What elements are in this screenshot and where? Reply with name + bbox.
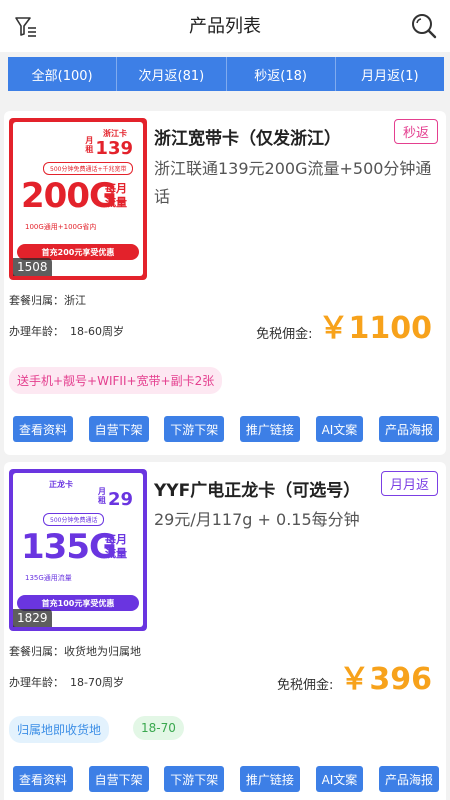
commission: 免税佣金: ￥396 (277, 654, 432, 698)
age-chip: 18-70 (133, 716, 184, 740)
ai-copy-button[interactable]: AI文案 (315, 766, 364, 792)
card-flow-label: 每月流量 (105, 182, 127, 209)
card-data-amount: 200G (21, 176, 117, 216)
view-details-button[interactable]: 查看资料 (13, 416, 74, 442)
view-details-button[interactable]: 查看资料 (13, 766, 74, 792)
commission-label: 免税佣金: (276, 678, 334, 693)
region-row: 套餐归属：浙江 (9, 292, 86, 308)
card-price: 月租 139 (85, 136, 133, 159)
card-note: 135G通用流量 (25, 574, 72, 582)
age-row: 办理年龄： 18-60周岁 (9, 323, 124, 339)
image-count: 1508 (13, 258, 52, 276)
image-count: 1829 (13, 609, 52, 627)
self-delist-button[interactable]: 自营下架 (88, 766, 149, 792)
age-row: 办理年龄： 18-70周岁 (9, 674, 124, 690)
card-price: 月租 29 (98, 487, 133, 510)
ai-copy-button[interactable]: AI文案 (315, 416, 364, 442)
commission-value: ￥396 (339, 662, 432, 697)
region-label: 套餐归属： (9, 294, 64, 307)
age-label: 办理年龄： (9, 325, 64, 338)
product-image[interactable]: 正龙卡 月租 29 500分钟免费通话 135G 每月流量 135G通用流量 首充… (9, 469, 147, 631)
product-name: YYF广电正龙卡（可选号） (154, 481, 361, 501)
promo-link-button[interactable]: 推广链接 (239, 766, 300, 792)
product-description: 29元/月117g + 0.15每分钟 (154, 510, 360, 529)
commission-label: 免税佣金: (256, 327, 313, 342)
age-value: 18-60周岁 (70, 325, 124, 338)
price-value: 139 (95, 138, 133, 159)
product-image[interactable]: 浙江卡 月租 139 500分钟免费通话+千兆宽带 200G 每月流量 100G通… (9, 118, 147, 280)
card-note: 100G通用+100G省内 (25, 223, 97, 231)
promo-link-button[interactable]: 推广链接 (239, 416, 300, 442)
search-icon[interactable] (410, 12, 438, 40)
self-delist-button[interactable]: 自营下架 (88, 416, 149, 442)
feature-chip: 送手机+靓号+WIFII+宽带+副卡2张 (9, 367, 223, 394)
downstream-delist-button[interactable]: 下游下架 (164, 766, 225, 792)
page-title: 产品列表 (189, 16, 261, 37)
age-label: 办理年龄： (9, 676, 64, 689)
tab-monthly[interactable]: 月月返(1) (336, 57, 444, 91)
product-description: 浙江联通139元200G流量+500分钟通话 (154, 159, 432, 206)
filter-tabs: 全部(100) 次月返(81) 秒返(18) 月月返(1) (8, 57, 444, 91)
top-bar: 产品列表 (0, 0, 450, 52)
card-flow-label: 每月流量 (105, 533, 127, 560)
price-value: 29 (107, 489, 133, 510)
card-name-label: 正龙卡 (49, 480, 73, 489)
region-row: 套餐归属：收货地为归属地 (9, 643, 141, 659)
action-buttons: 查看资料 自营下架 下游下架 推广链接 AI文案 产品海报 (13, 416, 439, 442)
feature-chip: 归属地即收货地 (9, 716, 110, 743)
product-poster-button[interactable]: 产品海报 (378, 766, 439, 792)
product-name: 浙江宽带卡（仅发浙江） (154, 129, 341, 149)
price-unit: 月租 (97, 487, 106, 505)
product-card[interactable]: 浙江卡 月租 139 500分钟免费通话+千兆宽带 200G 每月流量 100G通… (4, 111, 446, 455)
tab-next-month[interactable]: 次月返(81) (117, 57, 227, 91)
tab-instant[interactable]: 秒返(18) (227, 57, 336, 91)
commission: 免税佣金: ￥1100 (256, 303, 432, 347)
card-data-amount: 135G (21, 527, 117, 567)
region-value: 浙江 (64, 294, 86, 307)
card-pill: 500分钟免费通话 (43, 513, 105, 526)
rebate-tag: 秒返 (393, 119, 438, 144)
commission-value: ￥1100 (318, 311, 433, 346)
rebate-tag: 月月返 (380, 471, 438, 496)
downstream-delist-button[interactable]: 下游下架 (164, 416, 225, 442)
region-value: 收货地为归属地 (64, 645, 141, 658)
price-unit: 月租 (85, 136, 94, 154)
card-graphic: 浙江卡 月租 139 500分钟免费通话+千兆宽带 200G 每月流量 100G通… (13, 122, 143, 276)
action-buttons: 查看资料 自营下架 下游下架 推广链接 AI文案 产品海报 (13, 766, 439, 792)
card-pill: 500分钟免费通话+千兆宽带 (43, 162, 134, 175)
product-card[interactable]: 正龙卡 月租 29 500分钟免费通话 135G 每月流量 135G通用流量 首充… (4, 462, 446, 800)
card-graphic: 正龙卡 月租 29 500分钟免费通话 135G 每月流量 135G通用流量 首充… (13, 473, 143, 627)
tab-all[interactable]: 全部(100) (8, 57, 118, 91)
region-label: 套餐归属： (9, 645, 64, 658)
product-poster-button[interactable]: 产品海报 (378, 416, 439, 442)
age-value: 18-70周岁 (70, 676, 124, 689)
